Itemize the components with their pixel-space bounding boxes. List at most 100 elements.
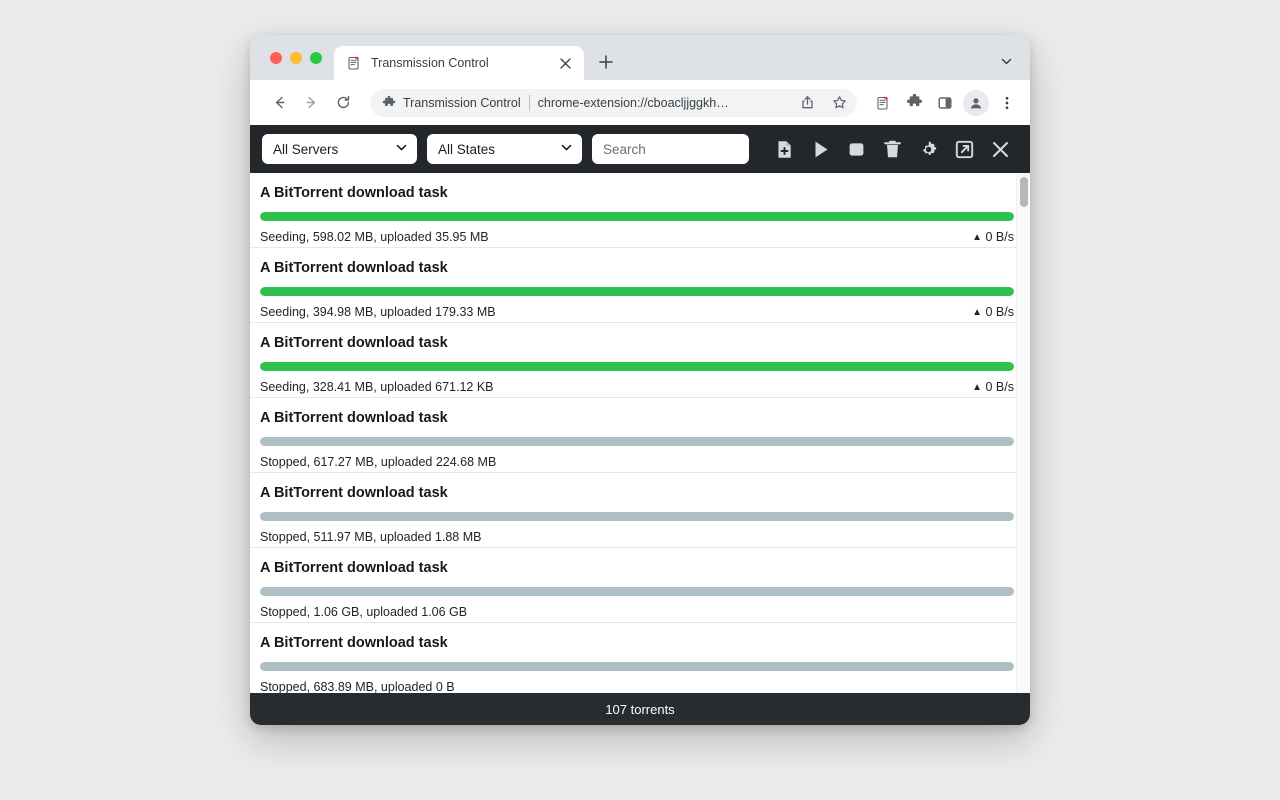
state-filter-select[interactable]: All States [427,134,582,164]
torrent-status-text: Seeding, 394.98 MB, uploaded 179.33 MB [260,304,496,319]
torrent-meta-row: Stopped, 617.27 MB, uploaded 224.68 MB [260,454,1014,470]
new-tab-button[interactable] [592,48,620,76]
app-toolbar: All Servers All States [250,125,1030,173]
torrent-upload-speed: ▲ 0 B/s [972,229,1015,245]
upload-arrow-icon: ▲ [972,381,983,393]
extensions-puzzle-icon[interactable] [901,90,927,116]
torrent-title: A BitTorrent download task [260,260,448,276]
torrent-upload-speed: ▲ 0 B/s [972,304,1015,320]
tab-strip: Transmission Control [250,35,1030,80]
torrent-status-text: Stopped, 683.89 MB, uploaded 0 B [260,679,455,693]
back-button[interactable] [264,88,294,118]
torrent-row[interactable]: A BitTorrent download task Seeding, 598.0… [250,173,1030,248]
torrent-row[interactable]: A BitTorrent download task Stopped, 617.2… [250,398,1030,473]
server-filter-select[interactable]: All Servers [262,134,417,164]
torrent-meta-row: Seeding, 394.98 MB, uploaded 179.33 MB ▲ … [260,304,1015,320]
torrent-row[interactable]: A BitTorrent download task Seeding, 394.9… [250,248,1030,323]
torrent-status-text: Seeding, 598.02 MB, uploaded 35.95 MB [260,229,489,244]
torrent-row[interactable]: A BitTorrent download task Stopped, 511.9… [250,473,1030,548]
torrent-title: A BitTorrent download task [260,635,448,651]
torrent-progress-bar [260,586,1014,596]
torrent-status-text: Seeding, 328.41 MB, uploaded 671.12 KB [260,379,494,394]
torrent-upload-speed: ▲ 0 B/s [972,379,1015,395]
transmission-favicon-icon [346,55,362,71]
open-external-button[interactable] [951,136,977,162]
torrent-progress-bar [260,436,1014,446]
forward-button[interactable] [296,88,326,118]
torrent-progress-bar [260,286,1014,296]
tab-search-chevron-down-icon[interactable] [996,51,1016,71]
settings-button[interactable] [915,136,941,162]
torrent-progress-fill [260,661,1014,671]
torrent-progress-fill [260,211,1014,221]
browser-toolbar: Transmission Control chrome-extension://… [250,80,1030,125]
torrent-meta-row: Stopped, 683.89 MB, uploaded 0 B [260,679,1014,693]
share-icon[interactable] [795,91,819,115]
add-torrent-button[interactable] [771,136,797,162]
side-panel-icon[interactable] [932,90,958,116]
torrent-count-label: 107 torrents [605,701,675,717]
stop-button[interactable] [843,136,869,162]
reload-button[interactable] [328,88,358,118]
torrent-list-container: A BitTorrent download task Seeding, 598.0… [250,173,1030,693]
address-bar[interactable]: Transmission Control chrome-extension://… [370,88,857,117]
delete-button[interactable] [879,136,905,162]
status-bar: 107 torrents [250,693,1030,725]
minimize-window-button[interactable] [290,51,302,64]
scrollbar-thumb[interactable] [1020,177,1028,207]
torrent-row[interactable]: A BitTorrent download task Stopped, 1.06 … [250,548,1030,623]
omnibox-divider [528,94,530,111]
app-action-buttons [771,136,1013,162]
torrent-progress-fill [260,286,1014,296]
torrent-progress-bar [260,211,1014,221]
address-bar-url: chrome-extension://cboacljjggkh… [537,95,729,110]
torrent-status-text: Stopped, 1.06 GB, uploaded 1.06 GB [260,604,468,619]
chevron-down-icon [560,141,573,157]
transmission-app: All Servers All States Search A BitTorre… [250,125,1030,725]
torrent-upload-speed-value: 0 B/s [985,229,1015,244]
torrent-progress-fill [260,511,1014,521]
browser-tab[interactable]: Transmission Control [334,46,584,80]
torrent-progress-fill [260,586,1014,596]
torrent-status-text: Stopped, 511.97 MB, uploaded 1.88 MB [260,529,482,544]
torrent-progress-fill [260,436,1014,446]
torrent-title: A BitTorrent download task [260,410,448,426]
bookmark-star-icon[interactable] [827,91,851,115]
torrent-row[interactable]: A BitTorrent download task Stopped, 683.8… [250,623,1030,693]
upload-arrow-icon: ▲ [972,306,983,318]
torrent-upload-speed-value: 0 B/s [985,304,1015,319]
torrent-title: A BitTorrent download task [260,335,448,351]
start-button[interactable] [807,136,833,162]
torrent-row[interactable]: A BitTorrent download task Seeding, 328.4… [250,323,1030,398]
extension-badge: Transmission Control [382,95,521,110]
close-button[interactable] [987,136,1013,162]
profile-avatar-icon[interactable] [963,89,989,116]
torrent-progress-bar [260,361,1014,371]
upload-arrow-icon: ▲ [972,231,983,243]
torrent-upload-speed-value: 0 B/s [985,379,1015,394]
extension-favicon-icon[interactable] [870,90,896,116]
search-input[interactable] [603,141,738,157]
tab-close-icon[interactable] [557,55,574,72]
search-box[interactable] [592,134,749,164]
extension-name: Transmission Control [403,95,521,110]
torrent-list: A BitTorrent download task Seeding, 598.0… [250,173,1030,693]
maximize-window-button[interactable] [310,51,322,64]
torrent-meta-row: Seeding, 598.02 MB, uploaded 35.95 MB ▲ 0… [260,229,1015,245]
torrent-status-text: Stopped, 617.27 MB, uploaded 224.68 MB [260,454,497,469]
torrent-title: A BitTorrent download task [260,185,448,201]
tab-title: Transmission Control [371,56,489,70]
torrent-meta-row: Seeding, 328.41 MB, uploaded 671.12 KB ▲ … [260,379,1015,395]
torrent-meta-row: Stopped, 1.06 GB, uploaded 1.06 GB [260,604,1014,620]
chevron-down-icon [395,141,408,157]
window-controls [250,35,334,80]
puzzle-piece-icon [382,95,396,106]
torrent-progress-fill [260,361,1014,371]
torrent-title: A BitTorrent download task [260,560,448,576]
torrent-meta-row: Stopped, 511.97 MB, uploaded 1.88 MB [260,529,1014,545]
three-dot-menu-icon[interactable] [994,90,1020,116]
close-window-button[interactable] [270,51,282,64]
server-filter-label: All Servers [273,141,339,157]
torrent-title: A BitTorrent download task [260,485,448,501]
list-scrollbar[interactable] [1016,173,1030,693]
